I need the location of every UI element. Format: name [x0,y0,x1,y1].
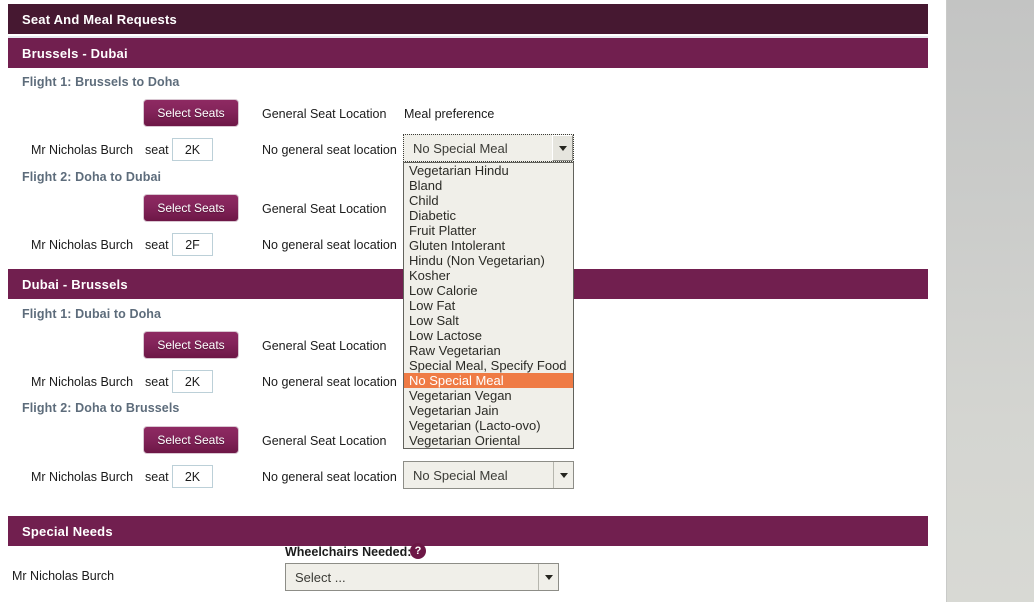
seat-word-1-1: seat [145,143,169,157]
meal-option[interactable]: Low Lactose [404,328,573,343]
seat-word-2-1: seat [145,375,169,389]
select-seats-button-2-1[interactable]: Select Seats [143,331,239,359]
seat-value: 2K [184,142,201,157]
right-side-panel [946,0,1034,602]
page-title-bar: Seat And Meal Requests [8,4,928,34]
seat-location-value-2-2: No general seat location [262,470,397,484]
special-needs-header: Special Needs [8,516,928,546]
chevron-down-icon[interactable] [552,135,573,161]
seat-meal-requests-page: Seat And Meal Requests Brussels - Dubai … [0,0,1034,602]
meal-preference-header-1-1: Meal preference [404,107,495,121]
meal-option[interactable]: No Special Meal [404,373,573,388]
meal-option[interactable]: Gluten Intolerant [404,238,573,253]
seat-input-1-1[interactable]: 2K [172,138,213,161]
seat-word-2-2: seat [145,470,169,484]
meal-option[interactable]: Low Salt [404,313,573,328]
help-icon[interactable]: ? [410,543,426,559]
meal-option[interactable]: Low Fat [404,298,573,313]
wheelchairs-selected-value: Select ... [295,569,346,585]
passenger-name-special-needs: Mr Nicholas Burch [12,569,115,583]
meal-option[interactable]: Raw Vegetarian [404,343,573,358]
journey-title: Dubai - Brussels [22,276,128,292]
wheelchairs-select[interactable]: Select ... [285,563,559,591]
passenger-name-1-2: Mr Nicholas Burch [31,238,134,252]
select-seats-label: Select Seats [157,338,225,352]
journey-header-brussels-dubai: Brussels - Dubai [8,38,928,68]
seat-location-value-1-1: No general seat location [262,143,397,157]
seat-word-1-2: seat [145,238,169,252]
chevron-down-icon[interactable] [538,564,558,590]
meal-option[interactable]: Vegetarian (Lacto-ovo) [404,418,573,433]
general-seat-location-header-1-2: General Seat Location [262,202,387,216]
help-icon-glyph: ? [414,545,422,557]
meal-preference-select-1-1[interactable]: No Special Meal [403,134,574,162]
meal-option[interactable]: Kosher [404,268,573,283]
meal-option[interactable]: Hindu (Non Vegetarian) [404,253,573,268]
seat-input-2-2[interactable]: 2K [172,465,213,488]
seat-location-value-2-1: No general seat location [262,375,397,389]
meal-preference-selected-value: No Special Meal [413,140,508,156]
flight-heading-1-2: Flight 2: Doha to Dubai [22,170,162,184]
select-seats-label: Select Seats [157,106,225,120]
meal-preference-selected-value: No Special Meal [413,467,508,483]
meal-preference-select-2-2[interactable]: No Special Meal [403,461,574,489]
flight-heading-2-2: Flight 2: Doha to Brussels [22,401,180,415]
page-title: Seat And Meal Requests [22,11,177,27]
journey-title: Brussels - Dubai [22,45,128,61]
select-seats-label: Select Seats [157,201,225,215]
meal-option[interactable]: Vegetarian Oriental [404,433,573,448]
flight-heading-2-1: Flight 1: Dubai to Doha [22,307,162,321]
meal-option[interactable]: Child [404,193,573,208]
select-seats-button-2-2[interactable]: Select Seats [143,426,239,454]
special-needs-title: Special Needs [22,523,113,539]
select-seats-button-1-2[interactable]: Select Seats [143,194,239,222]
general-seat-location-header-2-2: General Seat Location [262,434,387,448]
meal-option[interactable]: Bland [404,178,573,193]
chevron-down-icon[interactable] [553,462,573,488]
passenger-name-2-2: Mr Nicholas Burch [31,470,134,484]
general-seat-location-header-2-1: General Seat Location [262,339,387,353]
seat-input-2-1[interactable]: 2K [172,370,213,393]
seat-input-1-2[interactable]: 2F [172,233,213,256]
seat-value: 2K [184,469,201,484]
seat-location-value-1-2: No general seat location [262,238,397,252]
passenger-name-2-1: Mr Nicholas Burch [31,375,134,389]
meal-option[interactable]: Vegetarian Vegan [404,388,573,403]
meal-option[interactable]: Special Meal, Specify Food [404,358,573,373]
meal-preference-listbox[interactable]: Vegetarian Hindu Bland Child Diabetic Fruit … [403,162,574,449]
meal-option[interactable]: Vegetarian Jain [404,403,573,418]
meal-option[interactable]: Diabetic [404,208,573,223]
passenger-name-1-1: Mr Nicholas Burch [31,143,134,157]
seat-value: 2K [184,374,201,389]
meal-option[interactable]: Fruit Platter [404,223,573,238]
flight-heading-1-1: Flight 1: Brussels to Doha [22,75,180,89]
meal-option[interactable]: Low Calorie [404,283,573,298]
seat-value: 2F [185,237,200,252]
select-seats-button-1-1[interactable]: Select Seats [143,99,239,127]
wheelchairs-needed-label: Wheelchairs Needed: [285,545,412,559]
general-seat-location-header-1-1: General Seat Location [262,107,387,121]
select-seats-label: Select Seats [157,433,225,447]
meal-option[interactable]: Vegetarian Hindu [404,163,573,178]
